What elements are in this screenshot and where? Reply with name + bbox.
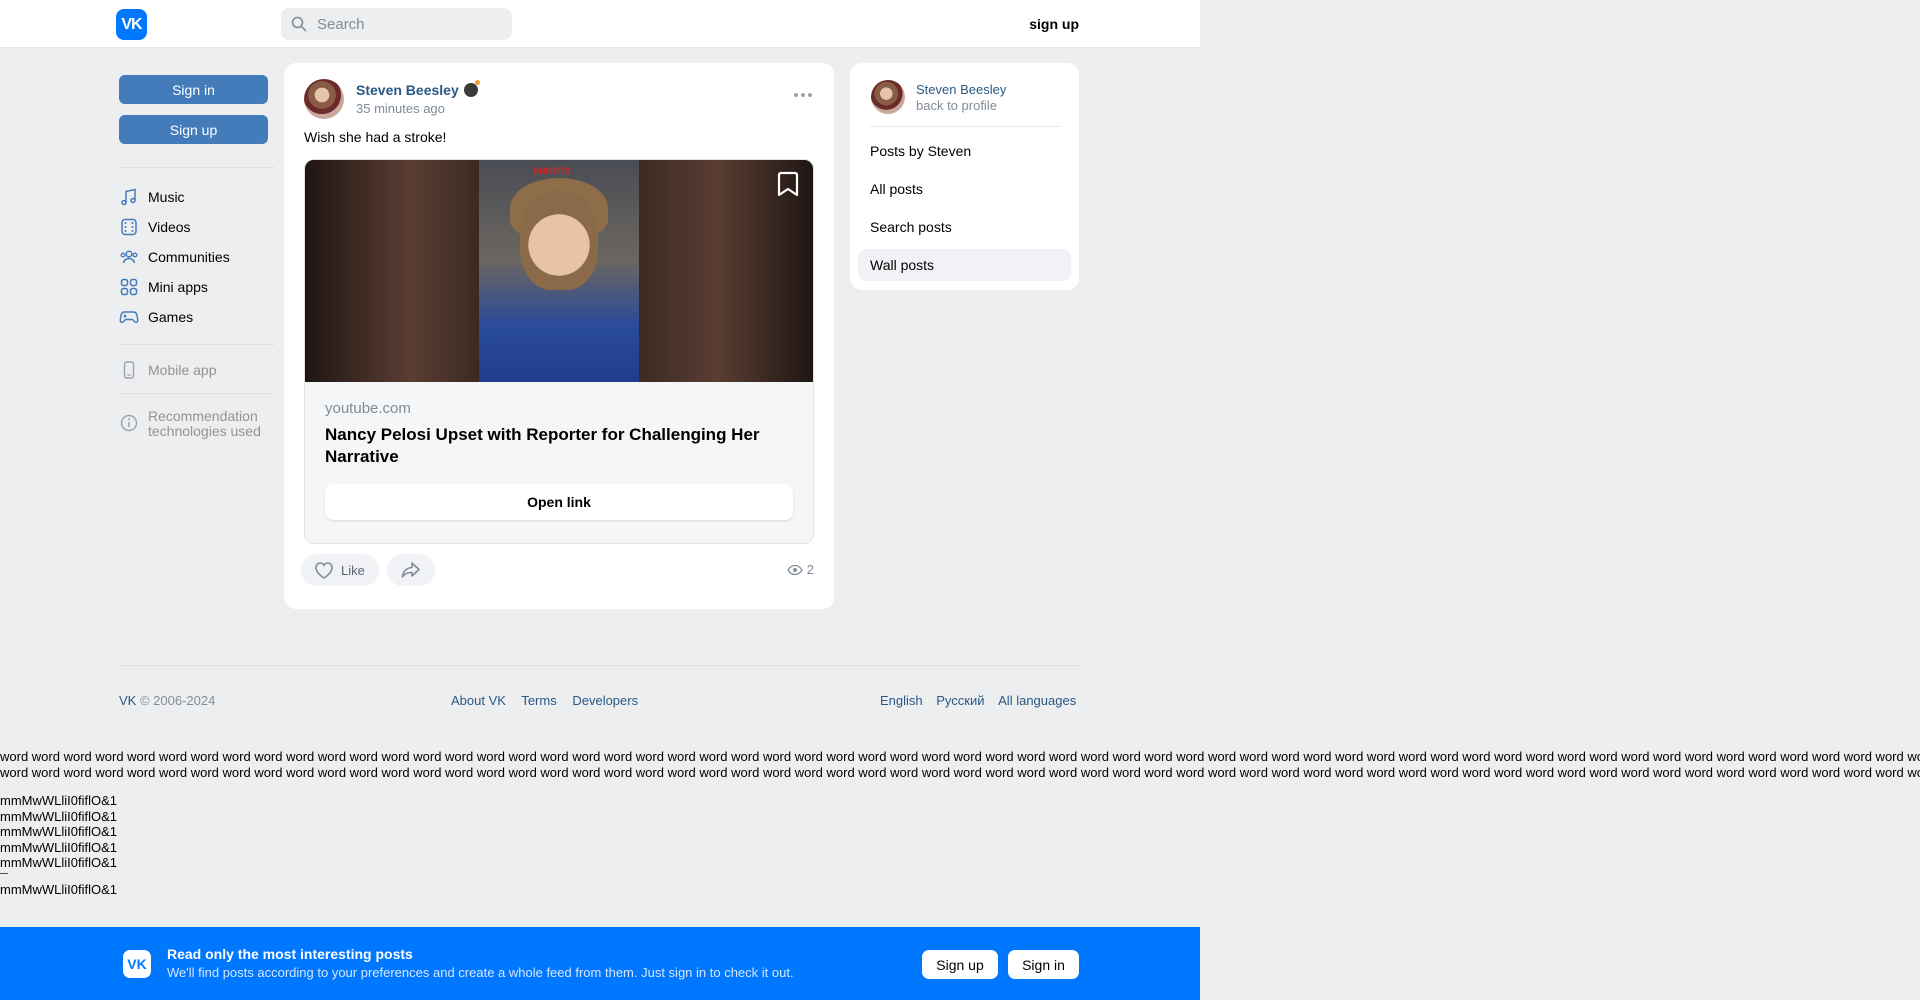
glyph-line: mmMwWLliI0fiflO&1 (0, 808, 118, 824)
sidebar-divider (119, 167, 275, 168)
profile-avatar[interactable] (871, 80, 905, 114)
lang-russian[interactable]: Русский (936, 693, 984, 708)
search-input[interactable]: Search (281, 8, 512, 40)
heart-icon (315, 562, 333, 579)
sidebar-item-mini-apps[interactable]: Mini apps (119, 274, 208, 300)
signup-button[interactable]: Sign up (119, 115, 268, 144)
sidebar-divider (119, 393, 275, 394)
mobile-phone-icon (123, 361, 135, 379)
glyph-rule (0, 872, 8, 874)
footer-brand-link[interactable]: VK (119, 693, 136, 708)
glyph-filler: mmMwWLliI0fiflO&1 mmMwWLliI0fiflO&1 mmMw… (0, 793, 117, 898)
like-label: Like (341, 562, 365, 578)
shorts-badge: SHORTS (533, 166, 571, 176)
bomb-emoji-icon (463, 80, 480, 97)
author-avatar[interactable] (304, 79, 344, 119)
lang-all[interactable]: All languages (998, 693, 1076, 708)
back-to-profile-link[interactable]: back to profile (916, 98, 997, 113)
eye-icon (787, 564, 803, 575)
profile-card-divider (870, 126, 1060, 127)
sidebar-item-label: Videos (148, 219, 191, 235)
thumbnail-blur-left (305, 160, 479, 382)
vk-logo: VK (123, 950, 151, 978)
views-counter: 2 (787, 562, 814, 577)
glyph-line: mmMwWLliI0fiflO&1 (0, 793, 118, 808)
sidebar-item-communities[interactable]: Communities (119, 244, 230, 270)
header-signup-link[interactable]: sign up (1029, 16, 1079, 32)
footer-copyright-text: © 2006-2024 (139, 693, 216, 708)
footer-links: About VK Terms Developers (451, 693, 650, 708)
signin-banner: VK Read only the most interesting posts … (0, 927, 1200, 1000)
top-header: VK Search sign up (0, 0, 1200, 48)
communities-icon (120, 250, 138, 264)
thumbnail-face (520, 190, 598, 290)
footer-link-terms[interactable]: Terms (521, 693, 556, 708)
menu-wall-posts[interactable]: Wall posts (858, 249, 1071, 281)
info-icon (120, 414, 138, 432)
share-button[interactable] (387, 554, 435, 586)
recommendation-line2: technologies used (148, 423, 261, 439)
sidebar-item-videos[interactable]: Videos (119, 214, 191, 240)
vk-logo[interactable]: VK (116, 9, 147, 40)
banner-signin-button[interactable]: Sign in (1008, 950, 1079, 979)
views-count: 2 (806, 562, 814, 577)
word-line: word word word word word word word word … (0, 749, 1920, 764)
link-attachment[interactable]: SHORTS youtube.com Nancy Pelosi Upset wi… (304, 159, 814, 544)
mini-apps-icon (120, 278, 138, 296)
profile-name[interactable]: Steven Beesley (916, 82, 1006, 97)
post-time[interactable]: 35 minutes ago (356, 101, 445, 116)
menu-all-posts[interactable]: All posts (858, 173, 1071, 205)
sidebar-item-recommendations[interactable]: Recommendation technologies used (119, 409, 261, 443)
search-placeholder: Search (317, 15, 365, 33)
sidebar-item-label: Music (148, 189, 185, 205)
profile-card: Steven Beesley back to profile Posts by … (850, 63, 1079, 290)
search-icon (291, 16, 307, 32)
link-title[interactable]: Nancy Pelosi Upset with Reporter for Cha… (325, 424, 785, 468)
lang-english[interactable]: English (880, 693, 923, 708)
more-options-icon[interactable] (794, 93, 812, 97)
music-icon (121, 188, 136, 206)
sidebar-item-label: Games (148, 309, 194, 325)
link-domain: youtube.com (325, 400, 411, 417)
recommendation-line1: Recommendation (148, 408, 258, 424)
post-card: Steven Beesley 35 minutes ago Wish she h… (284, 63, 834, 609)
bookmark-icon[interactable] (775, 170, 801, 198)
glyph-line: mmMwWLliI0fiflO&1 (0, 824, 118, 840)
word-line: word word word word word word word word … (0, 764, 1920, 780)
word-filler: word word word word word word word word … (0, 749, 1920, 780)
sidebar-item-games[interactable]: Games (119, 304, 193, 330)
sidebar-item-music[interactable]: Music (119, 184, 185, 210)
recommendation-label: Recommendation technologies used (148, 409, 261, 439)
open-link-button[interactable]: Open link (325, 484, 793, 520)
post-author[interactable]: Steven Beesley (356, 80, 480, 98)
banner-subtitle: We'll find posts according to your prefe… (167, 965, 794, 980)
sidebar-divider (119, 344, 275, 345)
banner-title: Read only the most interesting posts (167, 946, 413, 962)
footer-divider (119, 665, 1081, 666)
gamepad-icon (119, 311, 139, 323)
sidebar-item-label: Mini apps (148, 279, 208, 295)
menu-posts-by-steven[interactable]: Posts by Steven (858, 135, 1071, 167)
glyph-line: mmMwWLliI0fiflO&1 (0, 881, 118, 897)
sidebar-item-mobile-app[interactable]: Mobile app (119, 357, 217, 383)
post-author-name[interactable]: Steven Beesley (356, 82, 459, 98)
sidebar-item-label: Mobile app (148, 362, 217, 378)
video-thumbnail[interactable]: SHORTS (305, 160, 813, 382)
signin-button[interactable]: Sign in (119, 75, 268, 104)
footer-languages: English Русский All languages (880, 693, 1076, 708)
footer-copyright: VK © 2006-2024 (119, 693, 215, 708)
post-text: Wish she had a stroke! (304, 129, 447, 145)
like-button[interactable]: Like (301, 554, 379, 586)
banner-signup-button[interactable]: Sign up (922, 950, 998, 979)
video-icon (121, 218, 137, 236)
footer-link-about[interactable]: About VK (451, 693, 506, 708)
glyph-line: mmMwWLliI0fiflO&1 (0, 839, 118, 855)
sidebar-item-label: Communities (148, 249, 230, 265)
menu-search-posts[interactable]: Search posts (858, 211, 1071, 243)
share-icon (401, 562, 420, 578)
footer-link-developers[interactable]: Developers (572, 693, 638, 708)
glyph-line: mmMwWLliI0fiflO&1 (0, 855, 118, 871)
